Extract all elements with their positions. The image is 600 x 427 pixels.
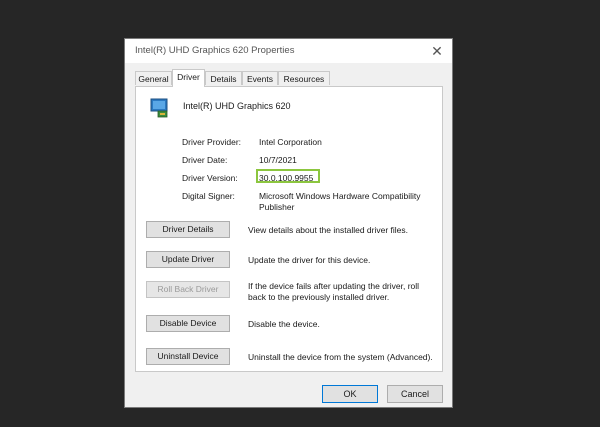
tab-resources[interactable]: Resources [278, 71, 330, 85]
tab-events[interactable]: Events [242, 71, 278, 85]
disable-device-button[interactable]: Disable Device [146, 315, 230, 332]
close-icon[interactable]: ✕ [428, 43, 446, 59]
driver-panel: Intel(R) UHD Graphics 620 Driver Provide… [135, 86, 443, 372]
tab-general[interactable]: General [135, 71, 172, 85]
driver-details-button[interactable]: Driver Details [146, 221, 230, 238]
tab-details[interactable]: Details [205, 71, 242, 85]
tab-driver[interactable]: Driver [172, 69, 205, 87]
update-driver-button[interactable]: Update Driver [146, 251, 230, 268]
disable-device-description: Disable the device. [248, 319, 320, 329]
window-title: Intel(R) UHD Graphics 620 Properties [135, 45, 295, 56]
driver-date-label: Driver Date: [182, 155, 228, 165]
title-bar: Intel(R) UHD Graphics 620 Properties ✕ [125, 39, 452, 63]
driver-provider-label: Driver Provider: [182, 137, 242, 147]
driver-provider-value: Intel Corporation [259, 137, 322, 147]
ok-button[interactable]: OK [322, 385, 378, 403]
roll-back-driver-button[interactable]: Roll Back Driver [146, 281, 230, 298]
uninstall-device-button[interactable]: Uninstall Device [146, 348, 230, 365]
display-adapter-icon [150, 98, 168, 118]
cancel-button[interactable]: Cancel [387, 385, 443, 403]
driver-version-value: 30.0.100.9955 [259, 173, 314, 183]
driver-version-label: Driver Version: [182, 173, 238, 183]
driver-date-value: 10/7/2021 [259, 155, 297, 165]
digital-signer-value: Microsoft Windows Hardware Compatibility… [259, 191, 421, 212]
driver-details-description: View details about the installed driver … [248, 225, 409, 235]
uninstall-device-description: Uninstall the device from the system (Ad… [248, 352, 433, 362]
roll-back-driver-description: If the device fails after updating the d… [248, 281, 420, 302]
update-driver-description: Update the driver for this device. [248, 255, 371, 265]
device-name: Intel(R) UHD Graphics 620 [183, 101, 291, 111]
properties-dialog: Intel(R) UHD Graphics 620 Properties ✕ G… [124, 38, 453, 408]
digital-signer-label: Digital Signer: [182, 191, 235, 201]
